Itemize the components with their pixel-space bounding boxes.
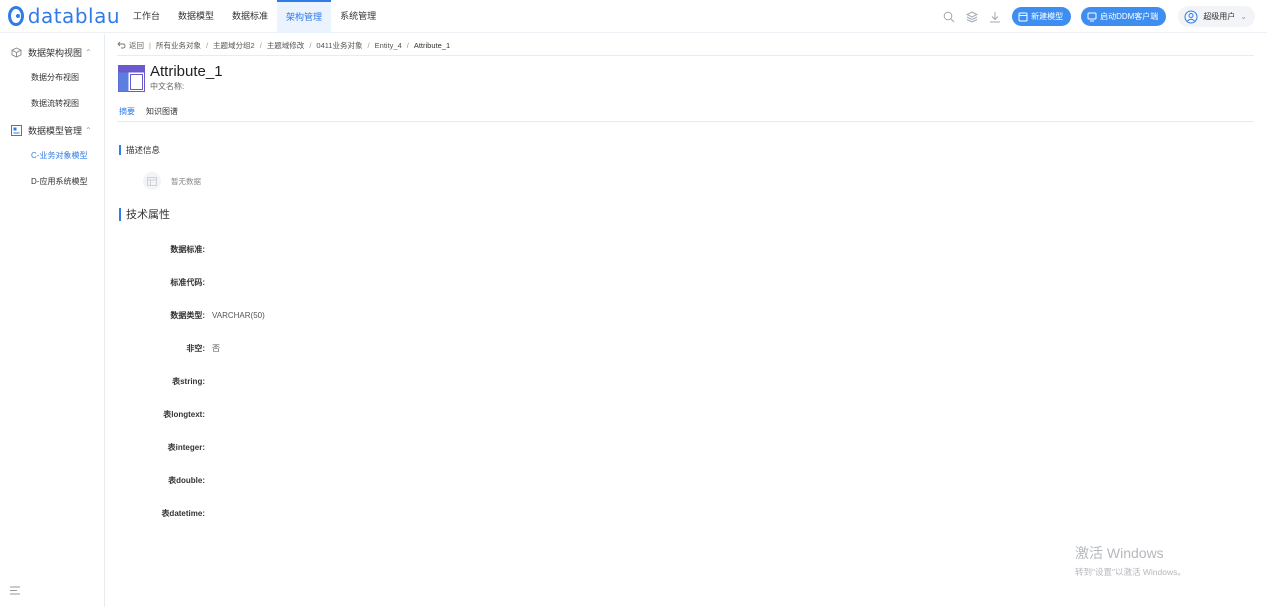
tab-summary[interactable]: 摘要 [119, 106, 135, 122]
section-accent-bar [119, 145, 121, 155]
top-right-actions: 新建模型 启动DDM客户端 超级用户 ⌄ [933, 0, 1255, 33]
launch-ddm-button[interactable]: 启动DDM客户端 [1081, 7, 1167, 26]
property-key: 表double: [168, 475, 205, 485]
breadcrumb-item[interactable]: 主题域修改 [267, 40, 305, 51]
breadcrumb-item[interactable]: 0411业务对象 [316, 40, 362, 51]
sidebar-group-model-management[interactable]: 数据模型管理 ⌃ [0, 117, 104, 143]
empty-state: 暂无数据 [143, 172, 201, 190]
breadcrumb-item[interactable]: 所有业务对象 [156, 40, 201, 51]
property-value: VARCHAR(50) [212, 310, 265, 320]
breadcrumb-current: Attribute_1 [413, 40, 451, 50]
top-bar: datablau 工作台 数据模型 数据标准 架构管理 系统管理 新建模型 启动… [0, 0, 1267, 33]
back-button[interactable]: 返回 [117, 40, 144, 51]
logo-text: datablau [27, 4, 120, 28]
tech-section-title: 技术属性 [119, 206, 170, 222]
launch-ddm-label: 启动DDM客户端 [1100, 12, 1159, 21]
new-model-button[interactable]: 新建模型 [1012, 7, 1072, 26]
logo-icon [8, 6, 24, 26]
sidebar-group-label: 数据模型管理 [28, 125, 83, 136]
breadcrumb-item[interactable]: 主题域分组2 [213, 40, 255, 51]
property-row: 数据标准: [105, 242, 505, 256]
new-model-icon [1018, 12, 1028, 21]
user-name: 超级用户 [1203, 12, 1236, 21]
download-icon[interactable] [988, 10, 1002, 24]
property-row: 标准代码: [105, 275, 505, 289]
breadcrumb-separator: / [367, 40, 370, 50]
property-key: 表datetime: [161, 508, 205, 518]
property-row: 表double: [105, 473, 505, 487]
property-key: 表integer: [167, 442, 205, 452]
collapse-menu-icon[interactable] [10, 586, 20, 595]
user-avatar-icon [1184, 10, 1198, 23]
description-section-title: 描述信息 [119, 144, 160, 156]
nav-item-workbench[interactable]: 工作台 [124, 0, 169, 33]
sidebar-item-flow-view[interactable]: 数据流转视图 [0, 91, 104, 117]
user-menu[interactable]: 超级用户 ⌄ [1178, 6, 1255, 27]
property-key: 非空: [186, 343, 205, 353]
description-title: 描述信息 [126, 145, 161, 155]
breadcrumb-separator: / [309, 40, 312, 50]
tab-knowledge-graph[interactable]: 知识图谱 [146, 106, 178, 122]
breadcrumb-separator: / [259, 40, 262, 50]
chevron-up-icon: ⌃ [85, 47, 92, 57]
nav-item-system[interactable]: 系统管理 [331, 0, 385, 33]
divider [117, 55, 1254, 56]
watermark-line-1: 激活 Windows [1075, 545, 1164, 561]
breadcrumb-item[interactable]: Entity_4 [375, 41, 402, 50]
search-icon[interactable] [942, 10, 956, 24]
property-key: 数据标准: [170, 244, 205, 254]
tech-title: 技术属性 [126, 209, 170, 221]
sidebar-item-business-object-model[interactable]: C-业务对象模型 [0, 143, 104, 169]
attribute-icon [118, 65, 145, 92]
tab-bar: 摘要 知识图谱 [119, 106, 189, 122]
breadcrumb-divider: | [149, 40, 151, 50]
breadcrumb: 返回 | 所有业务对象 / 主题域分组2 / 主题域修改 / 0411业务对象 … [117, 38, 450, 52]
back-label: 返回 [129, 40, 144, 50]
chevron-down-icon: ⌄ [1240, 12, 1247, 21]
breadcrumb-separator: / [205, 40, 209, 50]
property-key: 表longtext: [163, 409, 205, 419]
empty-table-icon [143, 172, 161, 190]
property-key: 数据类型: [170, 310, 205, 320]
model-icon [11, 124, 22, 136]
sidebar-group-label: 数据架构视图 [28, 47, 83, 58]
back-arrow-icon [117, 41, 126, 49]
property-key: 表string: [172, 376, 205, 386]
sidebar-item-application-system-model[interactable]: D-应用系统模型 [0, 169, 104, 195]
main-content: 返回 | 所有业务对象 / 主题域分组2 / 主题域修改 / 0411业务对象 … [105, 34, 1267, 607]
property-row: 表datetime: [105, 506, 505, 520]
empty-text: 暂无数据 [171, 176, 201, 186]
breadcrumb-separator: / [406, 40, 409, 50]
sidebar-item-distribution-view[interactable]: 数据分布视图 [0, 65, 104, 91]
property-row: 表integer: [105, 440, 505, 454]
property-key: 标准代码: [170, 277, 205, 287]
property-row: 表string: [105, 374, 505, 388]
main-nav: 工作台 数据模型 数据标准 架构管理 系统管理 [124, 0, 385, 33]
property-row: 数据类型: VARCHAR(50) [105, 308, 505, 322]
sidebar: 数据架构视图 ⌃ 数据分布视图 数据流转视图 数据模型管理 ⌃ C-业务对象模型… [0, 34, 105, 607]
section-accent-bar [119, 207, 121, 221]
logo[interactable]: datablau [8, 6, 120, 26]
watermark-line-2: 转到"设置"以激活 Windows。 [1075, 567, 1186, 577]
nav-item-data-standard[interactable]: 数据标准 [223, 0, 277, 33]
property-row: 表longtext: [105, 407, 505, 421]
page-subtitle: 中文名称: [150, 82, 185, 91]
property-row: 非空: 否 [105, 341, 505, 355]
monitor-icon [1087, 12, 1097, 21]
new-model-label: 新建模型 [1031, 12, 1064, 21]
layers-icon[interactable] [965, 10, 979, 24]
property-value: 否 [212, 343, 220, 353]
divider [117, 121, 1254, 122]
chevron-up-icon: ⌃ [85, 125, 92, 135]
sidebar-group-architecture-view[interactable]: 数据架构视图 ⌃ [0, 39, 104, 65]
nav-item-data-model[interactable]: 数据模型 [169, 0, 223, 33]
windows-activation-watermark: 激活 Windows 转到"设置"以激活 Windows。 [1075, 543, 1186, 578]
page-title: Attribute_1 [150, 63, 223, 80]
nav-item-architecture[interactable]: 架构管理 [277, 0, 332, 33]
cube-icon [11, 46, 22, 58]
